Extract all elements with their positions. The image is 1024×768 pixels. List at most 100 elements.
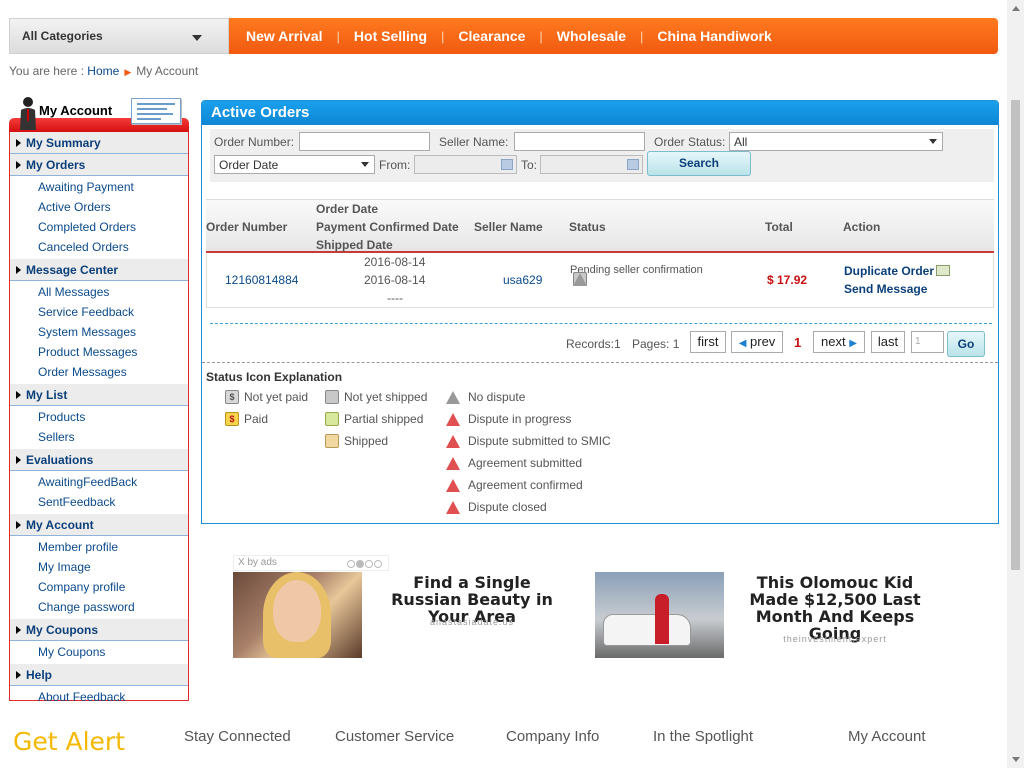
sidebar-item-company-profile[interactable]: Company profile bbox=[10, 577, 188, 597]
sidebar-section-my-account[interactable]: My Account bbox=[10, 514, 188, 536]
close-icon[interactable]: X bbox=[238, 557, 245, 568]
legend-not-yet-paid: $ Not yet paid bbox=[225, 389, 308, 405]
send-message-link[interactable]: Send Message bbox=[844, 282, 927, 296]
sidebar-item-member-profile[interactable]: Member profile bbox=[10, 537, 188, 557]
nav-china-handiwork[interactable]: China Handiwork bbox=[657, 28, 771, 44]
breadcrumb: You are here : Home ▶ My Account bbox=[9, 64, 198, 78]
nav-wholesale[interactable]: Wholesale bbox=[557, 28, 626, 44]
calendar-icon[interactable] bbox=[627, 159, 639, 170]
caret-right-icon bbox=[16, 455, 21, 464]
nav-clearance[interactable]: Clearance bbox=[458, 28, 525, 44]
ad-title-2[interactable]: This Olomouc Kid Made $12,500 Last Month… bbox=[735, 574, 935, 642]
from-date-input[interactable] bbox=[414, 155, 517, 174]
scroll-down-icon[interactable] bbox=[1012, 757, 1020, 762]
chevron-down-icon bbox=[192, 35, 202, 41]
sidebar-section-my-summary[interactable]: My Summary bbox=[10, 132, 188, 154]
footer-my-account[interactable]: My Account bbox=[848, 728, 926, 745]
date-type-select[interactable]: Order Date bbox=[214, 155, 375, 174]
order-number-link[interactable]: 12160814884 bbox=[225, 273, 298, 287]
no-dispute-icon bbox=[573, 272, 587, 286]
warning-submitted-icon bbox=[446, 434, 460, 448]
sidebar-section-my-list[interactable]: My List bbox=[10, 384, 188, 406]
vertical-scrollbar[interactable] bbox=[1007, 0, 1024, 768]
sidebar-item-sent-feedback[interactable]: SentFeedback bbox=[10, 492, 188, 512]
carousel-dots[interactable] bbox=[346, 559, 382, 573]
caret-right-icon bbox=[16, 160, 21, 169]
sidebar-section-my-coupons[interactable]: My Coupons bbox=[10, 619, 188, 641]
scrollbar-thumb[interactable] bbox=[1011, 100, 1020, 570]
get-alert-heading[interactable]: Get Alert bbox=[13, 727, 125, 756]
sidebar-item-my-image[interactable]: My Image bbox=[10, 557, 188, 577]
sidebar-item-sellers[interactable]: Sellers bbox=[10, 427, 188, 447]
footer-in-the-spotlight[interactable]: In the Spotlight bbox=[653, 728, 753, 745]
legend-label: Not yet paid bbox=[244, 390, 309, 404]
ad-source-1: anastasiadate.us bbox=[429, 617, 515, 627]
sidebar-item-change-password[interactable]: Change password bbox=[10, 597, 188, 617]
sidebar-item-about-feedback[interactable]: About Feedback bbox=[10, 687, 188, 707]
nav-hot-selling[interactable]: Hot Selling bbox=[354, 28, 427, 44]
legend-dispute-in-progress: Dispute in progress bbox=[446, 411, 571, 427]
calendar-icon[interactable] bbox=[501, 159, 513, 170]
sidebar-item-completed-orders[interactable]: Completed Orders bbox=[10, 217, 188, 237]
order-number-input[interactable] bbox=[299, 132, 430, 151]
sidebar-item-canceled-orders[interactable]: Canceled Orders bbox=[10, 237, 188, 257]
legend-label: Dispute in progress bbox=[468, 412, 572, 426]
footer-stay-connected[interactable]: Stay Connected bbox=[184, 728, 291, 745]
footer-company-info[interactable]: Company Info bbox=[506, 728, 599, 745]
ad-image-1[interactable] bbox=[233, 572, 362, 658]
user-icon bbox=[20, 97, 36, 130]
footer-customer-service[interactable]: Customer Service bbox=[335, 728, 454, 745]
sidebar-item-product-messages[interactable]: Product Messages bbox=[10, 342, 188, 362]
sidebar-item-all-messages[interactable]: All Messages bbox=[10, 282, 188, 302]
seller-name-link[interactable]: usa629 bbox=[503, 273, 542, 287]
legend-label: Dispute closed bbox=[468, 500, 547, 514]
sidebar-item-service-feedback[interactable]: Service Feedback bbox=[10, 302, 188, 322]
sidebar-item-list: Member profile My Image Company profile … bbox=[10, 536, 188, 619]
prev-page-button[interactable]: ◀ prev bbox=[731, 331, 783, 353]
ad-image-2[interactable] bbox=[595, 572, 724, 658]
legend-not-yet-shipped: Not yet shipped bbox=[325, 389, 427, 405]
sidebar-section-label: Help bbox=[26, 667, 53, 682]
breadcrumb-home-link[interactable]: Home bbox=[87, 64, 119, 78]
next-page-button[interactable]: next ▶ bbox=[813, 331, 865, 353]
search-button[interactable]: Search bbox=[647, 151, 751, 176]
legend-agreement-submitted: Agreement submitted bbox=[446, 455, 582, 471]
order-status-value: All bbox=[734, 135, 748, 149]
sidebar-item-awaiting-feedback[interactable]: AwaitingFeedBack bbox=[10, 472, 188, 492]
sidebar-section-evaluations[interactable]: Evaluations bbox=[10, 449, 188, 471]
legend-label: Partial shipped bbox=[344, 412, 424, 426]
duplicate-order-link[interactable]: Duplicate Order bbox=[844, 264, 934, 278]
nav-separator: | bbox=[336, 28, 340, 44]
legend-label: Shipped bbox=[344, 434, 389, 448]
breadcrumb-arrow-icon: ▶ bbox=[124, 67, 132, 77]
scroll-up-icon[interactable] bbox=[1012, 6, 1020, 11]
col-seller-name: Seller Name bbox=[474, 220, 543, 234]
sidebar-section-label: My Account bbox=[26, 517, 94, 532]
nav-separator: | bbox=[539, 28, 543, 44]
col-status: Status bbox=[569, 220, 606, 234]
cart-icon[interactable] bbox=[936, 265, 950, 276]
seller-name-input[interactable] bbox=[514, 132, 645, 151]
sidebar-section-message-center[interactable]: Message Center bbox=[10, 259, 188, 281]
nav-new-arrival[interactable]: New Arrival bbox=[246, 28, 323, 44]
sidebar-item-active-orders[interactable]: Active Orders bbox=[10, 197, 188, 217]
sidebar-item-products[interactable]: Products bbox=[10, 407, 188, 427]
order-status-select[interactable]: All bbox=[729, 132, 943, 151]
sidebar-section-my-orders[interactable]: My Orders bbox=[10, 154, 188, 176]
first-page-button[interactable]: first bbox=[690, 331, 726, 353]
sidebar-section-help[interactable]: Help bbox=[10, 664, 188, 686]
goto-page-input[interactable]: 1 bbox=[911, 331, 944, 353]
panel-title: Active Orders bbox=[202, 101, 998, 125]
sidebar-item-awaiting-payment[interactable]: Awaiting Payment bbox=[10, 177, 188, 197]
sidebar-item-my-coupons[interactable]: My Coupons bbox=[10, 642, 188, 662]
records-count: Records:1 bbox=[566, 337, 621, 351]
main-nav: New Arrival | Hot Selling | Clearance | … bbox=[229, 18, 998, 54]
sidebar-item-order-messages[interactable]: Order Messages bbox=[10, 362, 188, 382]
go-button[interactable]: Go bbox=[947, 331, 985, 357]
last-page-button[interactable]: last bbox=[871, 331, 905, 353]
all-categories-dropdown[interactable]: All Categories bbox=[9, 18, 229, 54]
sidebar-item-system-messages[interactable]: System Messages bbox=[10, 322, 188, 342]
to-date-input[interactable] bbox=[540, 155, 643, 174]
col-action: Action bbox=[843, 220, 881, 234]
all-categories-label: All Categories bbox=[22, 29, 103, 43]
